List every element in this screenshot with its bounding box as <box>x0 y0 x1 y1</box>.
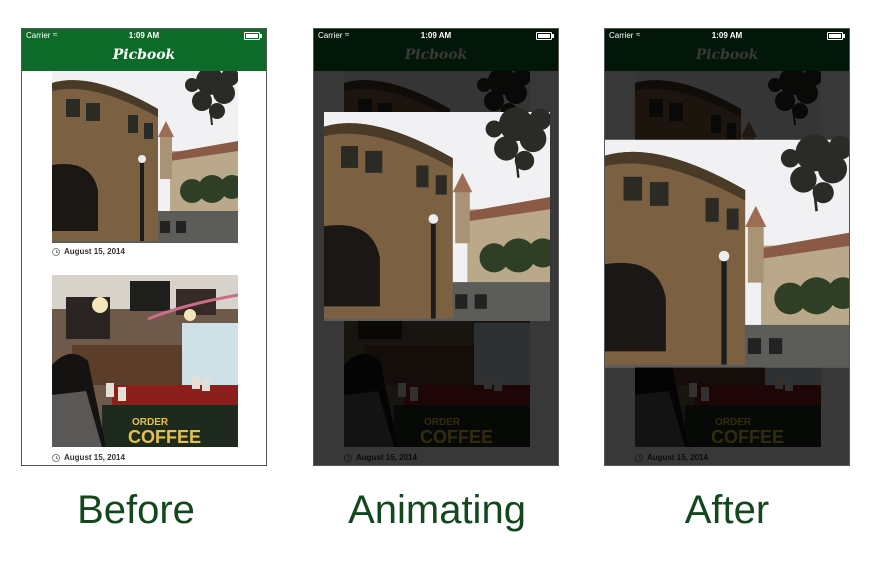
status-time: 1:09 AM <box>711 31 743 40</box>
caption-animating: Animating <box>348 488 526 532</box>
status-time: 1:09 AM <box>420 31 452 40</box>
phone-after: Picbook August 15, 2014 Carrier ≈ 1:09 A… <box>604 28 850 466</box>
phone-animating: Picbook August 15, 2014 Carrier ≈ 1:09 A… <box>313 28 559 466</box>
post-photo[interactable] <box>52 71 238 243</box>
battery-icon <box>827 32 845 40</box>
status-bar: Carrier ≈ 1:09 AM <box>605 29 849 43</box>
battery-icon <box>536 32 554 40</box>
post-photo[interactable] <box>52 275 238 447</box>
caption-before: Before <box>77 488 195 532</box>
post-date-text: August 15, 2014 <box>64 453 125 462</box>
post-date: August 15, 2014 <box>52 247 125 256</box>
expanding-photo[interactable] <box>324 106 550 327</box>
fullscreen-photo[interactable] <box>605 128 850 379</box>
post-date: August 15, 2014 <box>52 453 125 462</box>
post-date-text: August 15, 2014 <box>64 247 125 256</box>
status-time: 1:09 AM <box>128 31 160 40</box>
status-bar: Carrier ≈ 1:09 AM <box>22 29 266 43</box>
app-title: Picbook <box>112 47 176 63</box>
navbar: Carrier ≈ 1:09 AM Picbook <box>22 29 266 71</box>
caption-after: After <box>684 488 770 532</box>
clock-icon <box>52 453 60 462</box>
phone-before: Carrier ≈ 1:09 AM Picbook August 15, 201… <box>21 28 267 466</box>
status-bar: Carrier ≈ 1:09 AM <box>314 29 558 43</box>
battery-icon <box>244 32 262 40</box>
clock-icon <box>52 247 60 256</box>
